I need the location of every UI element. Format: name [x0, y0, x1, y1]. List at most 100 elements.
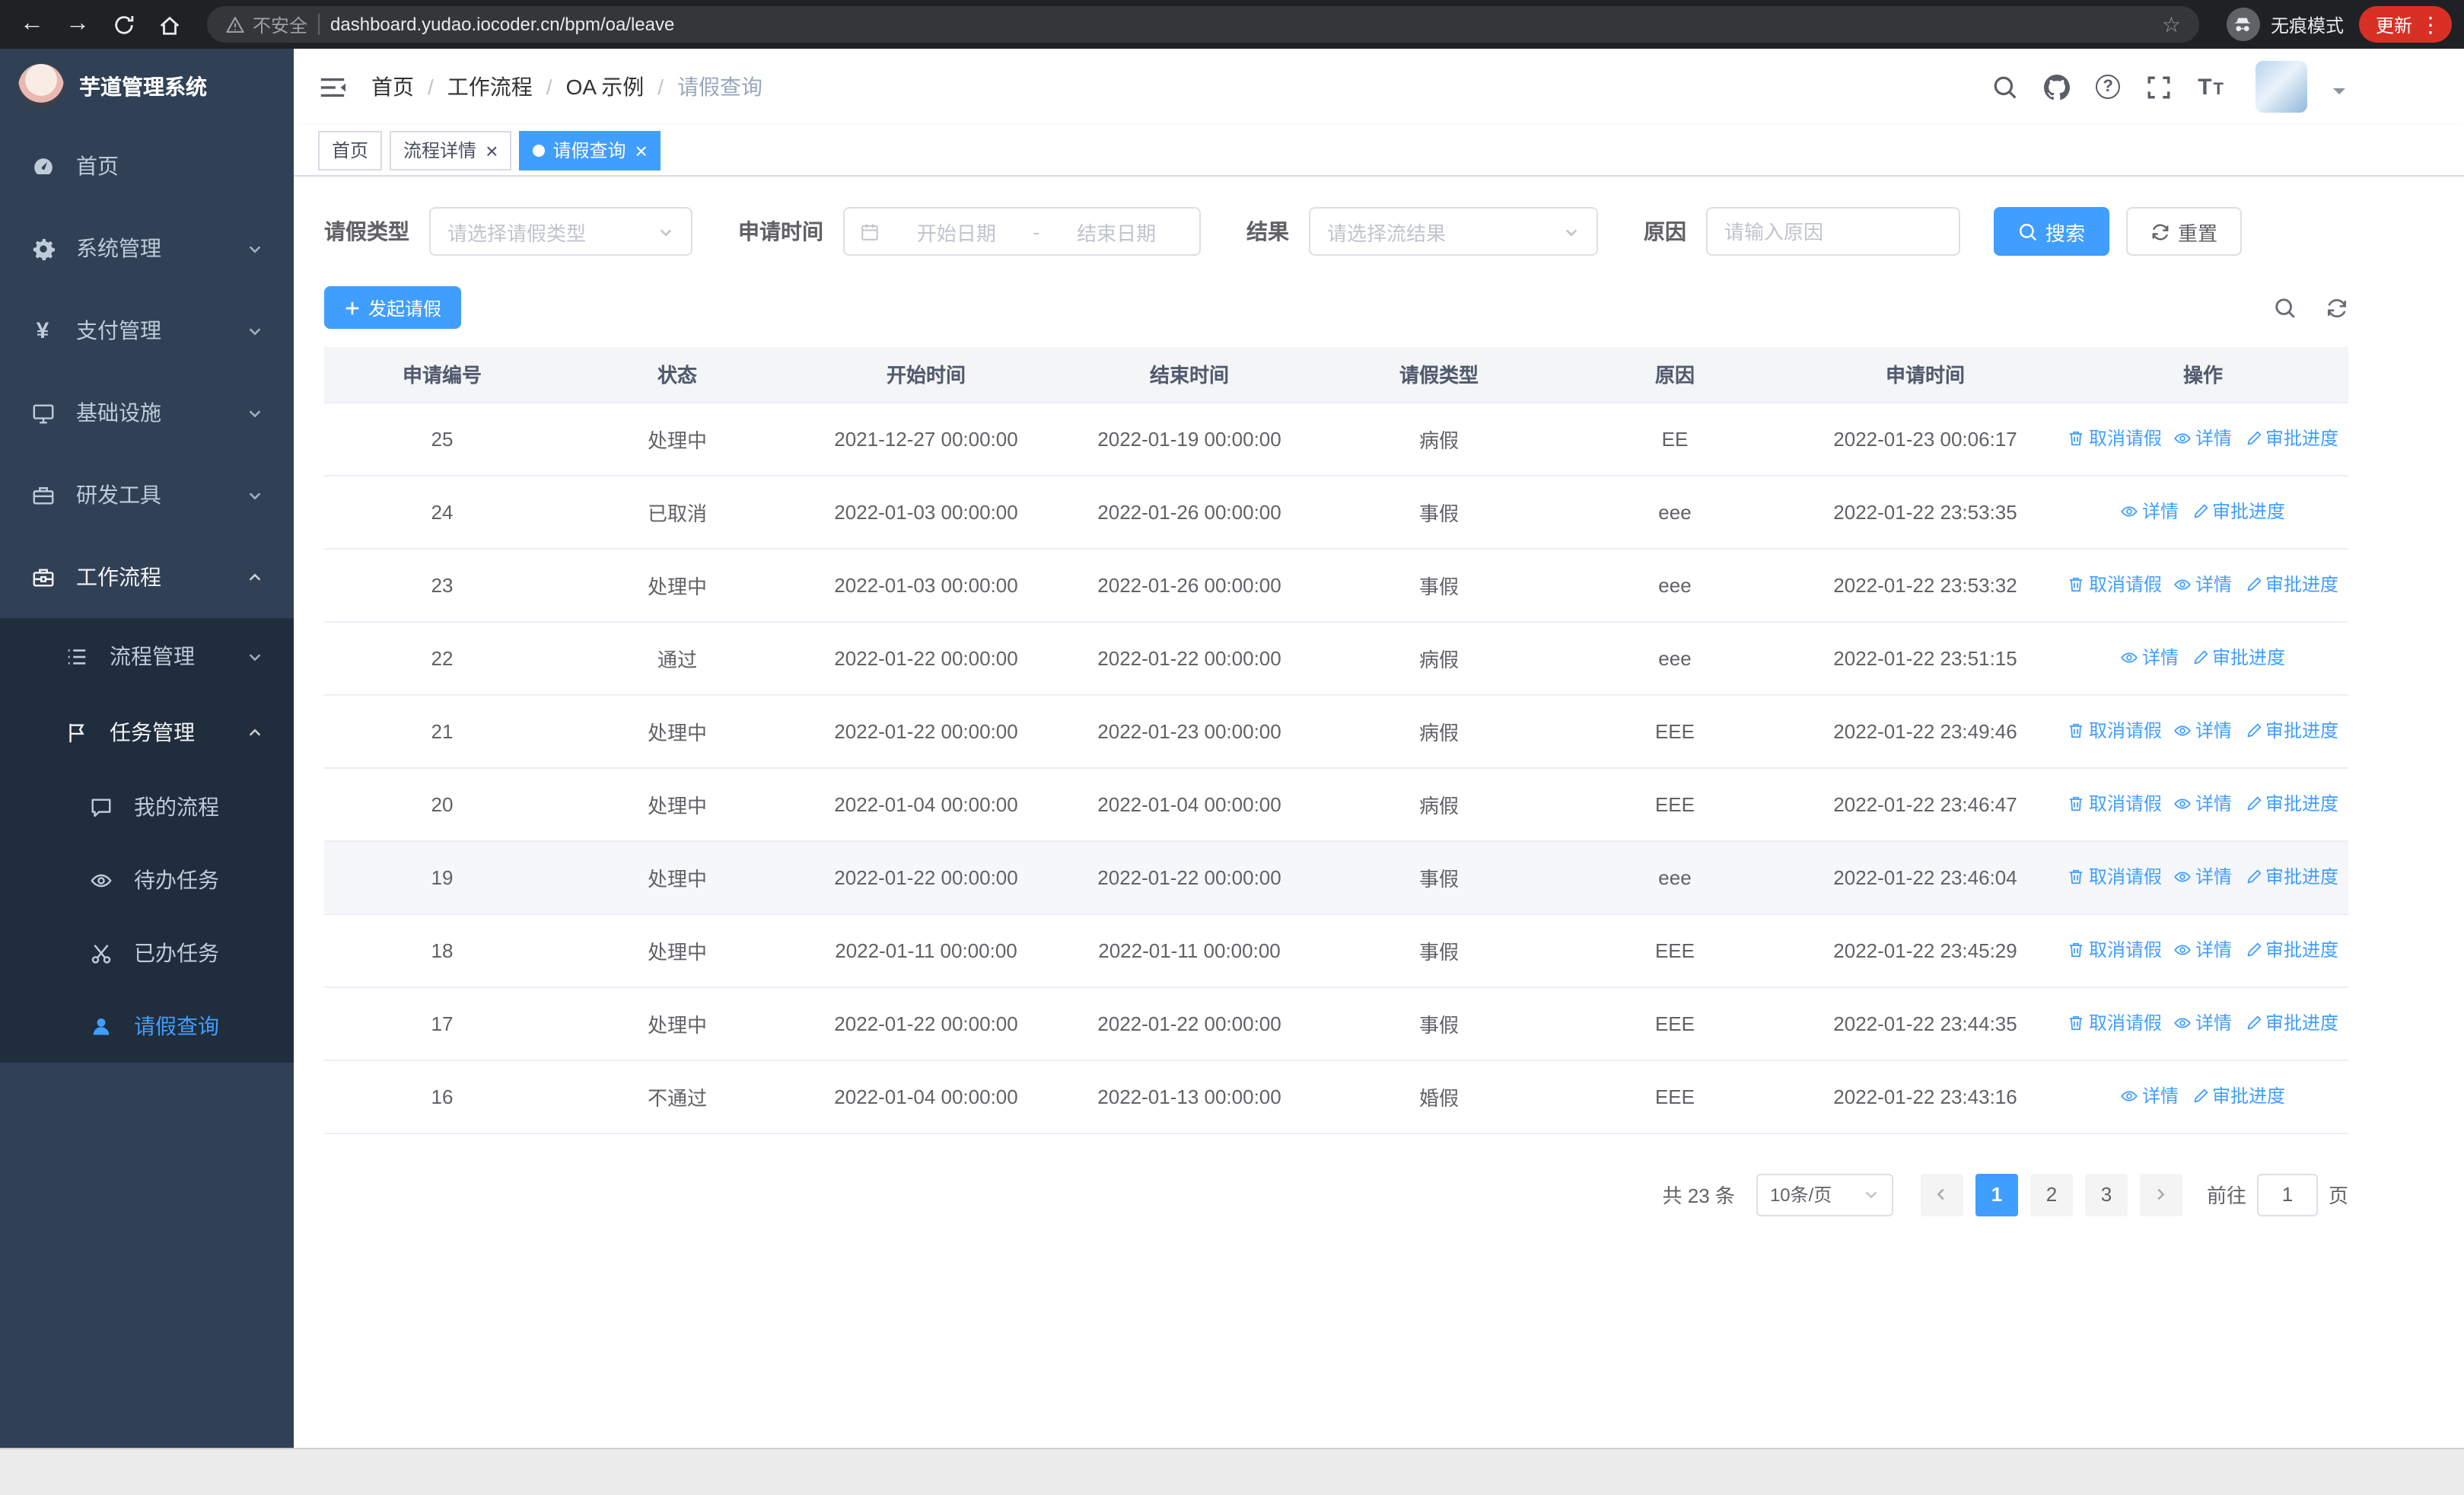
cancel-link[interactable]: 取消请假 — [2068, 426, 2162, 451]
detail-link[interactable]: 详情 — [2174, 937, 2232, 963]
page-button-3[interactable]: 3 — [2084, 1173, 2128, 1216]
apply-time-range-picker[interactable]: 开始日期 - 结束日期 — [843, 207, 1201, 256]
search-button[interactable]: 搜索 — [1994, 207, 2110, 256]
view-icon — [2121, 502, 2139, 521]
plus-icon — [344, 299, 361, 316]
close-icon[interactable]: × — [485, 139, 498, 161]
cancel-link[interactable]: 取消请假 — [2068, 864, 2162, 890]
breadcrumb-oa-example[interactable]: OA 示例 — [566, 72, 645, 102]
table-refresh-icon[interactable] — [2326, 296, 2348, 319]
next-page-button[interactable] — [2139, 1173, 2182, 1216]
progress-link[interactable]: 审批进度 — [2244, 718, 2338, 744]
detail-link[interactable]: 详情 — [2121, 645, 2179, 671]
progress-link[interactable]: 审批进度 — [2191, 645, 2285, 671]
detail-link[interactable]: 详情 — [2174, 791, 2232, 817]
reason-input[interactable] — [1709, 209, 1957, 254]
progress-link[interactable]: 审批进度 — [2244, 572, 2338, 598]
progress-link[interactable]: 审批进度 — [2244, 937, 2338, 963]
sidebar-item-workflow[interactable]: 工作流程 — [0, 536, 294, 618]
progress-link[interactable]: 审批进度 — [2244, 426, 2338, 451]
app-logo[interactable]: 芋道管理系统 — [0, 49, 294, 125]
cell-reason: EE — [1557, 402, 1793, 476]
prev-page-button[interactable] — [1920, 1173, 1963, 1216]
font-size-icon[interactable]: TT — [2198, 74, 2224, 100]
browser-reload-icon[interactable] — [103, 5, 143, 44]
breadcrumb-home[interactable]: 首页 — [371, 72, 414, 102]
help-icon[interactable]: ? — [2096, 75, 2121, 99]
browser-update-button[interactable]: 更新 ⋮ — [2358, 6, 2452, 43]
range-separator: - — [1033, 220, 1040, 243]
sidebar-item-my-process[interactable]: 我的流程 — [0, 770, 294, 843]
goto-page-input[interactable] — [2256, 1173, 2318, 1216]
detail-link[interactable]: 详情 — [2121, 1083, 2179, 1109]
detail-link[interactable]: 详情 — [2174, 864, 2232, 890]
delete-icon — [2068, 429, 2086, 448]
start-date-placeholder: 开始日期 — [916, 222, 996, 244]
cell-leave-type: 事假 — [1321, 987, 1557, 1060]
progress-link[interactable]: 审批进度 — [2191, 1083, 2285, 1109]
sidebar-item-payment-management[interactable]: ¥ 支付管理 — [0, 289, 294, 371]
close-icon[interactable]: × — [635, 139, 647, 161]
sidebar-item-infrastructure[interactable]: 基础设施 — [0, 371, 294, 454]
sidebar-toggle-icon[interactable] — [318, 72, 347, 101]
reset-button[interactable]: 重置 — [2126, 207, 2243, 256]
sidebar-item-task-management[interactable]: 任务管理 — [0, 694, 294, 770]
address-bar[interactable]: 不安全 dashboard.yudao.iocoder.cn/bpm/oa/le… — [207, 6, 2199, 43]
detail-link[interactable]: 详情 — [2174, 426, 2232, 451]
result-select[interactable]: 请选择流结果 — [1309, 207, 1598, 256]
security-warning[interactable]: 不安全 — [225, 11, 307, 37]
monitor-icon — [30, 400, 55, 425]
cell-end-time: 2022-01-22 00:00:00 — [1058, 840, 1321, 914]
cancel-link[interactable]: 取消请假 — [2068, 937, 2162, 963]
cell-start-time: 2022-01-22 00:00:00 — [794, 840, 1058, 914]
browser-menu-dots-icon[interactable]: ⋮ — [2420, 14, 2441, 35]
delete-icon — [2068, 941, 2086, 959]
bookmark-star-icon[interactable]: ☆ — [2162, 11, 2181, 37]
page-size-select[interactable]: 10条/页 — [1756, 1173, 1893, 1216]
detail-link[interactable]: 详情 — [2174, 572, 2232, 598]
edit-icon — [2244, 795, 2262, 813]
create-leave-button[interactable]: 发起请假 — [324, 286, 462, 329]
view-icon — [2121, 649, 2139, 667]
cancel-link[interactable]: 取消请假 — [2068, 1010, 2162, 1036]
progress-link[interactable]: 审批进度 — [2244, 791, 2338, 817]
toggle-search-icon[interactable] — [2274, 296, 2297, 319]
detail-link[interactable]: 详情 — [2174, 718, 2232, 744]
sidebar-item-dev-tools[interactable]: 研发工具 — [0, 454, 294, 536]
avatar-caret-icon[interactable] — [2333, 88, 2345, 100]
github-icon[interactable] — [2044, 74, 2071, 100]
page-button-1[interactable]: 1 — [1975, 1173, 2018, 1216]
action-label: 取消请假 — [2088, 720, 2162, 742]
user-avatar[interactable] — [2255, 61, 2307, 113]
sidebar-item-label: 待办任务 — [134, 868, 219, 892]
tab-leave-query[interactable]: 请假查询 × — [519, 130, 661, 170]
detail-link[interactable]: 详情 — [2121, 499, 2179, 524]
sidebar-item-leave-query[interactable]: 请假查询 — [0, 990, 294, 1063]
tab-process-detail[interactable]: 流程详情 × — [390, 130, 512, 170]
tab-home[interactable]: 首页 — [318, 130, 383, 170]
browser-home-icon[interactable] — [149, 5, 189, 44]
breadcrumb-workflow[interactable]: 工作流程 — [447, 72, 533, 102]
cancel-link[interactable]: 取消请假 — [2068, 572, 2162, 598]
sidebar-item-home[interactable]: 首页 — [0, 125, 294, 207]
browser-back-icon[interactable]: ← — [12, 5, 52, 44]
progress-link[interactable]: 审批进度 — [2244, 1010, 2338, 1036]
leave-type-select[interactable]: 请选择请假类型 — [429, 207, 692, 256]
cancel-link[interactable]: 取消请假 — [2068, 718, 2162, 744]
progress-link[interactable]: 审批进度 — [2244, 864, 2338, 890]
delete-icon — [2068, 575, 2086, 594]
table-row: 18 处理中 2022-01-11 00:00:00 2022-01-11 00:00… — [324, 913, 2348, 987]
sidebar-item-system-management[interactable]: 系统管理 — [0, 207, 294, 289]
browser-forward-icon[interactable]: → — [58, 5, 97, 44]
sidebar-item-done-task[interactable]: 已办任务 — [0, 916, 294, 990]
page-button-2[interactable]: 2 — [2029, 1173, 2073, 1216]
sidebar-item-process-management[interactable]: 流程管理 — [0, 618, 294, 694]
cell-actions: 取消请假 详情 审批进度 — [2058, 840, 2348, 914]
cell-leave-type: 婚假 — [1321, 1060, 1557, 1133]
sidebar-item-todo-task[interactable]: 待办任务 — [0, 843, 294, 916]
progress-link[interactable]: 审批进度 — [2191, 499, 2285, 524]
header-search-icon[interactable] — [1992, 74, 2018, 100]
cancel-link[interactable]: 取消请假 — [2068, 791, 2162, 817]
fullscreen-icon[interactable] — [2146, 74, 2172, 100]
detail-link[interactable]: 详情 — [2174, 1010, 2232, 1036]
